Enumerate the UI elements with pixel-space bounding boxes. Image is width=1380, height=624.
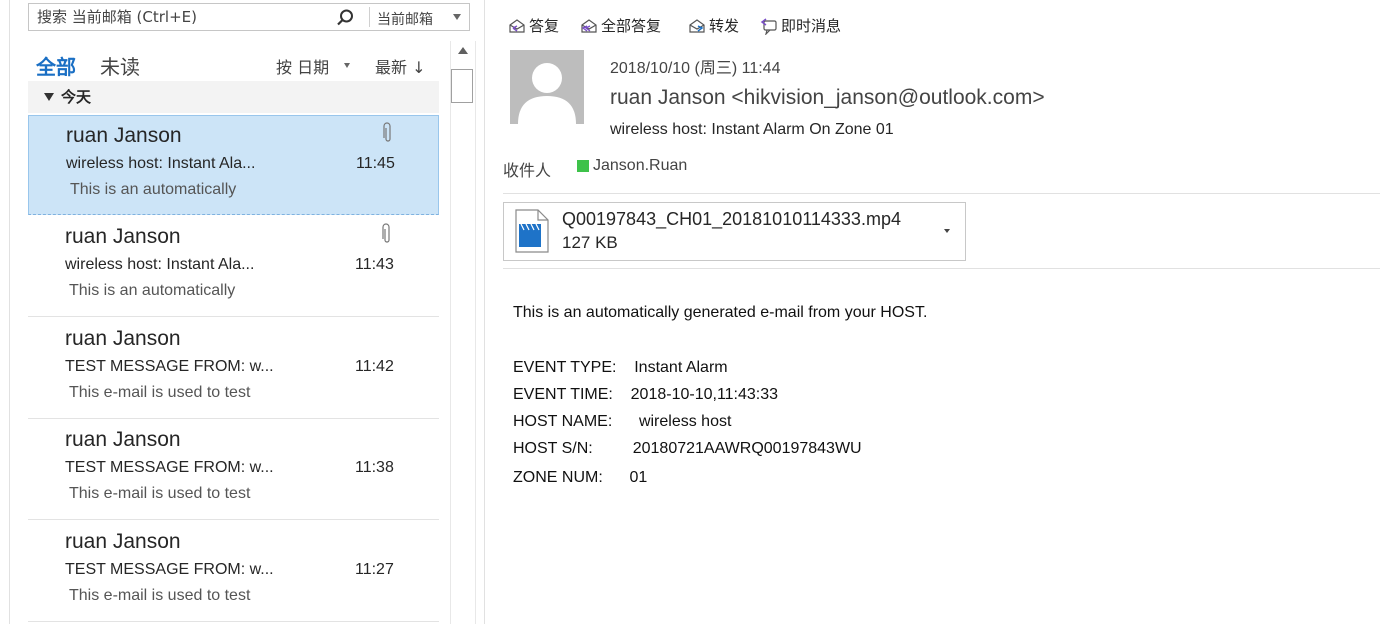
message-preview: This is an automatically <box>69 282 236 299</box>
message-time: 11:42 <box>355 358 394 375</box>
message-subject: TEST MESSAGE FROM: w... <box>65 358 274 375</box>
reply-all-icon <box>581 18 597 33</box>
search-icon[interactable] <box>335 8 355 28</box>
message-sender: ruan Janson <box>65 428 181 451</box>
message-time: 11:43 <box>355 256 394 273</box>
mail-date: 2018/10/10 (周三) 11:44 <box>610 60 781 77</box>
sort-order-toggle[interactable]: 最新 ↓ <box>375 54 426 78</box>
header-divider <box>503 193 1380 194</box>
message-item[interactable]: ruan Janson TEST MESSAGE FROM: w... 11:4… <box>28 319 439 419</box>
sender-avatar <box>510 50 584 124</box>
message-time: 11:27 <box>355 561 394 578</box>
collapse-triangle-icon[interactable] <box>44 93 54 101</box>
instant-message-icon <box>760 17 777 35</box>
message-subject: wireless host: Instant Ala... <box>66 155 256 172</box>
filter-all-tab[interactable]: 全部 <box>36 51 76 80</box>
filter-unread-tab[interactable]: 未读 <box>100 51 140 80</box>
attachment-divider <box>503 268 1380 269</box>
body-intro: This is an automatically generated e-mai… <box>513 304 928 321</box>
body-line: ZONE NUM: 01 <box>513 469 648 486</box>
search-box[interactable]: 当前邮箱 <box>28 3 470 31</box>
message-item[interactable]: ruan Janson TEST MESSAGE FROM: w... 11:3… <box>28 420 439 520</box>
message-preview: This e-mail is used to test <box>69 384 251 401</box>
reply-button[interactable]: 答复 <box>508 15 559 36</box>
left-edge-divider <box>9 0 10 624</box>
instant-message-button[interactable]: 即时消息 <box>760 15 841 36</box>
chevron-down-icon[interactable] <box>344 63 350 68</box>
scrollbar-thumb[interactable] <box>451 69 473 103</box>
body-line: EVENT TIME: 2018-10-10,11:43:33 <box>513 386 779 403</box>
sort-by-dropdown[interactable]: 按 日期 <box>276 54 329 78</box>
person-silhouette-icon <box>518 63 576 124</box>
search-scope-divider <box>369 7 370 27</box>
message-time: 11:38 <box>355 459 394 476</box>
forward-button[interactable]: 转发 <box>688 15 739 36</box>
instant-message-label: 即时消息 <box>781 17 842 35</box>
message-sender: ruan Janson <box>65 225 181 248</box>
search-input[interactable] <box>29 4 337 30</box>
message-sender: ruan Janson <box>65 530 181 553</box>
message-sender: ruan Janson <box>65 327 181 350</box>
forward-icon <box>689 18 705 33</box>
video-file-icon <box>515 209 549 253</box>
message-preview: This is an automatically <box>70 181 237 198</box>
message-item[interactable]: ruan Janson wireless host: Instant Ala..… <box>28 115 439 215</box>
message-sender: ruan Janson <box>66 124 182 147</box>
recipient-name[interactable]: Janson.Ruan <box>593 157 687 175</box>
message-item[interactable]: ruan Janson wireless host: Instant Ala..… <box>28 217 439 317</box>
message-subject: wireless host: Instant Ala... <box>65 256 255 273</box>
group-label-today: 今天 <box>61 88 92 106</box>
attachment-name: Q00197843_CH01_20181010114333.mp4 <box>562 209 901 229</box>
scroll-up-arrow-icon[interactable] <box>456 44 470 58</box>
reply-label: 答复 <box>529 17 560 35</box>
presence-status-icon <box>577 160 589 172</box>
forward-label: 转发 <box>709 17 740 35</box>
body-line: HOST NAME: wireless host <box>513 413 732 430</box>
message-time: 11:45 <box>356 155 395 172</box>
reading-pane-divider <box>484 0 485 624</box>
message-preview: This e-mail is used to test <box>69 587 251 604</box>
paperclip-icon <box>382 223 390 243</box>
body-line: EVENT TYPE: Instant Alarm <box>513 359 728 376</box>
attachment-size: 127 KB <box>562 233 618 252</box>
chevron-down-icon[interactable] <box>453 14 461 20</box>
reply-all-label: 全部答复 <box>601 17 662 35</box>
reply-icon <box>509 18 525 33</box>
message-item[interactable]: ruan Janson TEST MESSAGE FROM: w... 11:2… <box>28 522 439 622</box>
message-preview: This e-mail is used to test <box>69 485 251 502</box>
search-scope-dropdown[interactable]: 当前邮箱 <box>377 9 433 29</box>
chevron-down-icon[interactable] <box>944 229 950 233</box>
message-list-scrollbar[interactable] <box>450 41 476 624</box>
message-subject: TEST MESSAGE FROM: w... <box>65 459 274 476</box>
reply-all-button[interactable]: 全部答复 <box>580 15 661 36</box>
paperclip-icon <box>383 122 391 142</box>
mail-subject: wireless host: Instant Alarm On Zone 01 <box>610 121 894 138</box>
mail-from[interactable]: ruan Janson <hikvision_janson@outlook.co… <box>610 86 1045 110</box>
recipient-label: 收件人 <box>503 161 552 180</box>
message-subject: TEST MESSAGE FROM: w... <box>65 561 274 578</box>
body-line: HOST S/N: 20180721AAWRQ00197843WU <box>513 440 862 457</box>
